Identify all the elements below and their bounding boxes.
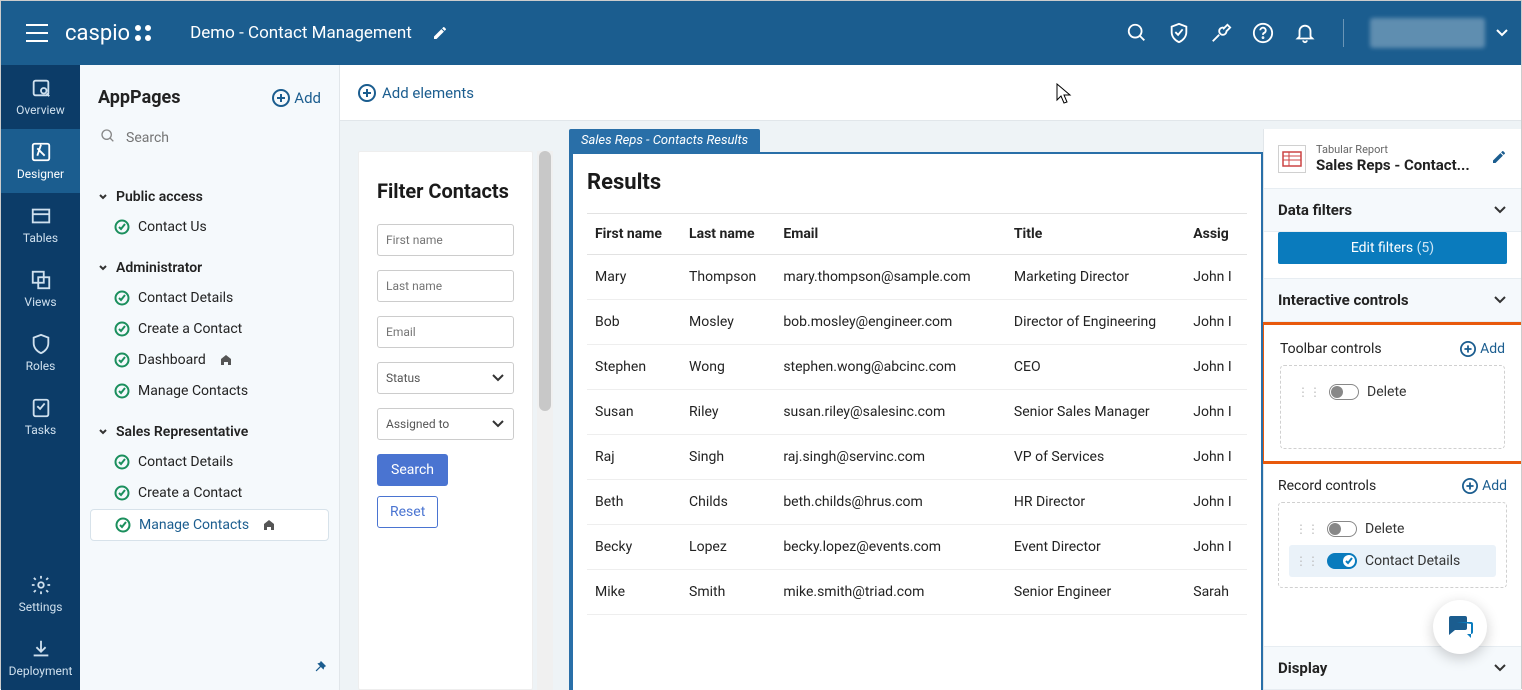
table-row[interactable]: StephenWongstephen.wong@abcinc.comCEOJoh… <box>587 345 1247 390</box>
col-assigned[interactable]: Assig <box>1185 214 1247 255</box>
menu-button[interactable] <box>13 24 61 42</box>
left-rail: Overview Designer Tables Views Roles Tas… <box>1 65 80 690</box>
tree-group-header[interactable]: Administrator <box>90 254 329 282</box>
email-input[interactable] <box>377 316 514 348</box>
sidebar: AppPages Add Public accessContact Us Admi… <box>80 65 340 690</box>
report-type-icon <box>1278 145 1306 173</box>
col-email[interactable]: Email <box>775 214 1006 255</box>
record-controls-label: Record controls <box>1278 478 1376 494</box>
tree-item[interactable]: Contact Details <box>90 447 329 477</box>
filter-title: Filter Contacts <box>377 178 514 204</box>
tree-item[interactable]: Dashboard <box>90 345 329 375</box>
help-icon[interactable] <box>1251 21 1275 45</box>
rail-tasks[interactable]: Tasks <box>1 385 80 449</box>
tree-item[interactable]: Manage Contacts <box>90 376 329 406</box>
tree-item[interactable]: Manage Contacts <box>90 509 329 541</box>
chevron-down-icon <box>1495 28 1509 38</box>
tree-group-header[interactable]: Public access <box>90 183 329 211</box>
chat-button[interactable] <box>1433 600 1487 654</box>
chevron-down-icon <box>1493 663 1507 673</box>
tree-item[interactable]: Create a Contact <box>90 478 329 508</box>
chevron-down-icon <box>491 419 505 429</box>
col-first[interactable]: First name <box>587 214 681 255</box>
top-bar: caspio Demo - Contact Management <box>1 1 1521 65</box>
report-name: Sales Reps - Contact... <box>1316 156 1481 174</box>
user-menu[interactable] <box>1370 18 1509 48</box>
toolbar-controls-label: Toolbar controls <box>1280 341 1382 357</box>
edit-filters-button[interactable]: Edit filters (5) <box>1278 232 1507 264</box>
rail-designer[interactable]: Designer <box>1 129 80 193</box>
right-panel: Tabular Report Sales Reps - Contact... D… <box>1263 129 1521 690</box>
toggle-delete-record[interactable] <box>1327 521 1357 537</box>
bell-icon[interactable] <box>1293 21 1317 45</box>
user-name-redacted <box>1370 18 1485 48</box>
grip-icon[interactable]: ⋮⋮ <box>1297 385 1321 399</box>
sidebar-search-input[interactable] <box>98 124 321 153</box>
section-interactive-controls[interactable]: Interactive controls <box>1264 278 1521 322</box>
chevron-down-icon <box>1493 205 1507 215</box>
rail-roles[interactable]: Roles <box>1 321 80 385</box>
toggle-contact-details[interactable] <box>1327 553 1357 569</box>
tree-item[interactable]: Contact Details <box>90 283 329 313</box>
search-icon <box>100 128 116 144</box>
first-name-input[interactable] <box>377 224 514 256</box>
table-row[interactable]: BeckyLopezbecky.lopez@events.comEvent Di… <box>587 525 1247 570</box>
tree-group-header[interactable]: Sales Representative <box>90 418 329 446</box>
rail-deployment[interactable]: Deployment <box>1 626 80 690</box>
section-data-filters[interactable]: Data filters <box>1264 188 1521 232</box>
app-title: Demo - Contact Management <box>190 23 412 43</box>
grip-icon[interactable]: ⋮⋮ <box>1295 554 1319 568</box>
chevron-down-icon <box>491 373 505 383</box>
add-record-control-button[interactable]: Add <box>1462 478 1507 494</box>
rail-views[interactable]: Views <box>1 257 80 321</box>
table-row[interactable]: BobMosleybob.mosley@engineer.comDirector… <box>587 300 1247 345</box>
col-last[interactable]: Last name <box>681 214 775 255</box>
tree-item[interactable]: Contact Us <box>90 212 329 242</box>
divider <box>1343 19 1344 47</box>
tree-item[interactable]: Create a Contact <box>90 314 329 344</box>
table-row[interactable]: SusanRileysusan.riley@salesinc.comSenior… <box>587 390 1247 435</box>
table-row[interactable]: BethChildsbeth.childs@hrus.comHR Directo… <box>587 480 1247 525</box>
status-select[interactable]: Status <box>377 362 514 394</box>
add-elements-button[interactable]: Add elements <box>358 84 474 102</box>
results-heading: Results <box>587 170 1247 195</box>
report-type-label: Tabular Report <box>1316 143 1481 156</box>
scrollbar[interactable] <box>537 151 553 690</box>
table-row[interactable]: MikeSmithmike.smith@triad.comSenior Engi… <box>587 570 1247 615</box>
filter-card: Filter Contacts Status Assigned to Searc… <box>358 151 533 690</box>
results-tab-label[interactable]: Sales Reps - Contacts Results <box>569 129 760 152</box>
record-control-delete[interactable]: ⋮⋮ Delete <box>1289 513 1496 545</box>
table-row[interactable]: RajSinghraj.singh@servinc.comVP of Servi… <box>587 435 1247 480</box>
edit-report-button[interactable] <box>1491 149 1507 169</box>
toggle-delete-toolbar[interactable] <box>1329 384 1359 400</box>
assigned-to-select[interactable]: Assigned to <box>377 408 514 440</box>
search-button[interactable]: Search <box>377 454 448 486</box>
reset-button[interactable]: Reset <box>377 496 438 528</box>
grip-icon[interactable]: ⋮⋮ <box>1295 522 1319 536</box>
rail-tables[interactable]: Tables <box>1 193 80 257</box>
sidebar-add-button[interactable]: Add <box>272 89 321 107</box>
results-panel: Sales Reps - Contacts Results Results Fi… <box>569 129 1263 690</box>
table-row[interactable]: MaryThompsonmary.thompson@sample.comMark… <box>587 255 1247 300</box>
search-icon[interactable] <box>1125 21 1149 45</box>
last-name-input[interactable] <box>377 270 514 302</box>
toolbar-controls-highlight: Toolbar controls Add ⋮⋮ Delete <box>1261 322 1521 464</box>
col-title[interactable]: Title <box>1006 214 1185 255</box>
sidebar-title: AppPages <box>98 87 180 108</box>
pin-sidebar-button[interactable] <box>313 659 327 678</box>
shield-icon[interactable] <box>1167 21 1191 45</box>
results-table: First name Last name Email Title Assig M… <box>587 213 1247 615</box>
record-control-contact-details[interactable]: ⋮⋮ Contact Details <box>1289 545 1496 577</box>
add-toolbar-control-button[interactable]: Add <box>1460 341 1505 357</box>
rail-settings[interactable]: Settings <box>1 562 80 626</box>
section-display[interactable]: Display <box>1264 646 1521 690</box>
chevron-down-icon <box>1493 295 1507 305</box>
toolbar-control-delete[interactable]: ⋮⋮ Delete <box>1291 376 1494 408</box>
rail-overview[interactable]: Overview <box>1 65 80 129</box>
workspace: Add elements Filter Contacts Status Assi… <box>340 65 1521 690</box>
edit-title-button[interactable] <box>428 21 452 45</box>
brand-logo: caspio <box>65 21 154 46</box>
wrench-icon[interactable] <box>1209 21 1233 45</box>
